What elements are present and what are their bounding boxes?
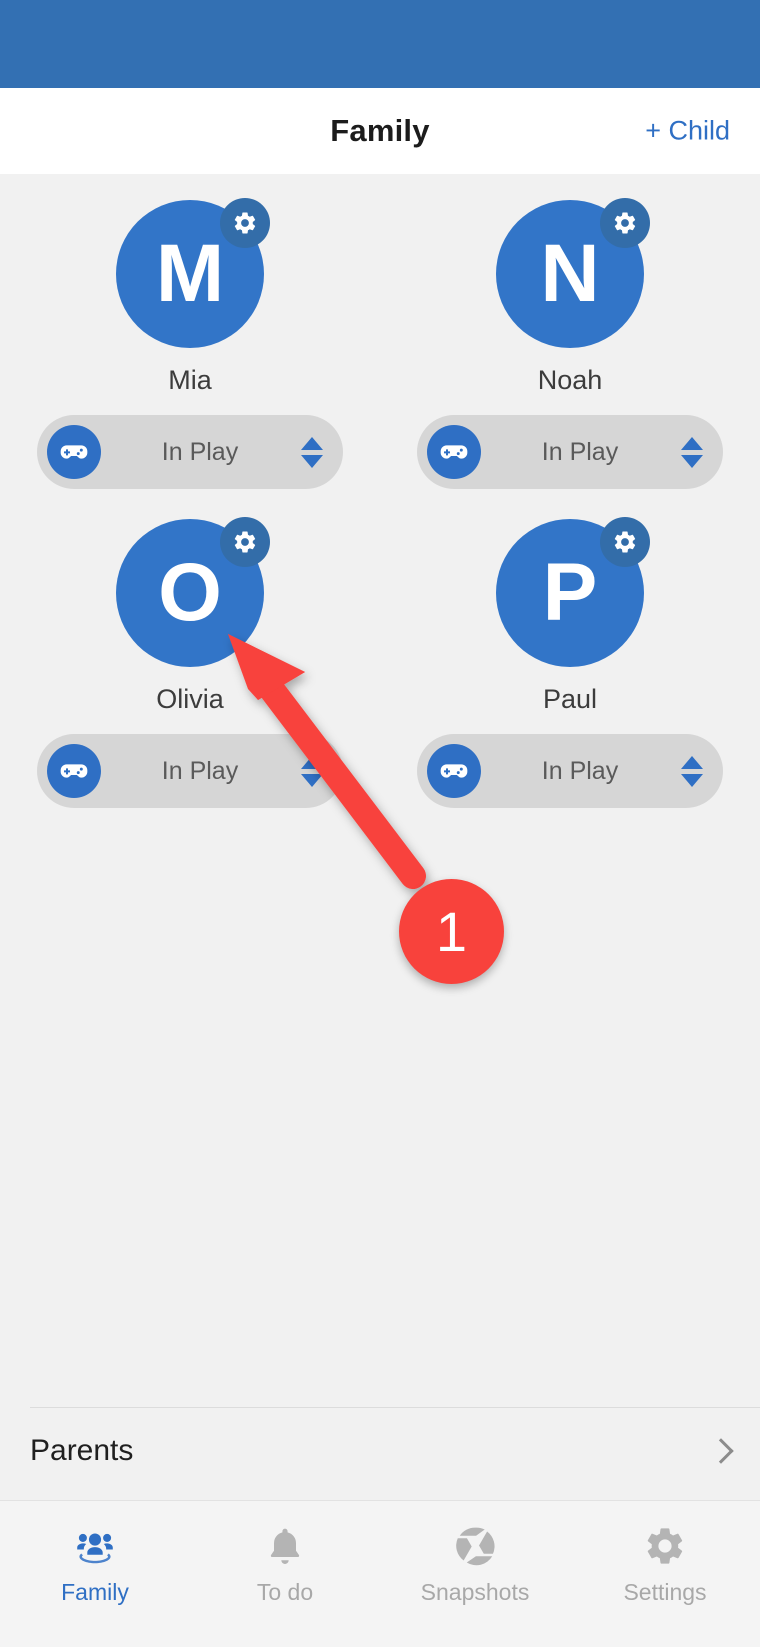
stepper-icon[interactable]	[299, 755, 325, 787]
gamepad-icon	[47, 744, 101, 798]
gamepad-icon	[427, 425, 481, 479]
page-title: Family	[330, 113, 430, 148]
children-grid: M Mia In Play N Noah In Play O Olivia In…	[0, 174, 760, 808]
chevron-up-icon[interactable]	[301, 755, 323, 769]
avatar-wrapper: N	[496, 198, 650, 348]
stepper-icon[interactable]	[299, 436, 325, 468]
status-selector[interactable]: In Play	[37, 415, 343, 489]
gear-icon[interactable]	[600, 517, 650, 567]
chevron-up-icon[interactable]	[301, 436, 323, 450]
tab-todo[interactable]: To do	[190, 1501, 380, 1647]
child-card: M Mia In Play	[0, 198, 380, 489]
gamepad-icon	[47, 425, 101, 479]
gear-icon	[643, 1523, 687, 1569]
app-screen: Family + Child M Mia In Play N Noah In P…	[0, 0, 760, 1647]
bell-icon	[263, 1523, 307, 1569]
chevron-right-icon	[708, 1438, 734, 1464]
status-selector[interactable]: In Play	[417, 415, 723, 489]
navigation-bar: Family + Child	[0, 88, 760, 174]
gear-icon[interactable]	[600, 198, 650, 248]
status-bar	[0, 0, 760, 88]
chevron-up-icon[interactable]	[681, 755, 703, 769]
status-label: In Play	[161, 756, 239, 785]
tab-bar: Family To do Snapshots Settings	[0, 1500, 760, 1647]
tab-family[interactable]: Family	[0, 1501, 190, 1647]
add-child-button[interactable]: + Child	[645, 116, 730, 147]
stepper-icon[interactable]	[679, 755, 705, 787]
status-label: In Play	[541, 756, 619, 785]
status-label: In Play	[161, 437, 239, 466]
status-selector[interactable]: In Play	[417, 734, 723, 808]
tab-label-family: Family	[61, 1579, 129, 1605]
stepper-icon[interactable]	[679, 436, 705, 468]
chevron-down-icon[interactable]	[681, 454, 703, 468]
tab-label-snapshots: Snapshots	[420, 1579, 530, 1605]
child-card: O Olivia In Play	[0, 517, 380, 808]
gear-icon[interactable]	[220, 198, 270, 248]
chevron-down-icon[interactable]	[681, 773, 703, 787]
child-name: Mia	[168, 365, 212, 395]
avatar-wrapper: P	[496, 517, 650, 667]
parents-label: Parents	[30, 1434, 134, 1467]
child-card: N Noah In Play	[380, 198, 760, 489]
parents-row[interactable]: Parents	[0, 1408, 760, 1494]
status-label: In Play	[541, 437, 619, 466]
gear-icon[interactable]	[220, 517, 270, 567]
chevron-up-icon[interactable]	[681, 436, 703, 450]
child-name: Paul	[542, 684, 598, 714]
status-selector[interactable]: In Play	[37, 734, 343, 808]
chevron-down-icon[interactable]	[301, 773, 323, 787]
child-name: Noah	[537, 365, 603, 395]
tab-settings[interactable]: Settings	[570, 1501, 760, 1647]
avatar-wrapper: O	[116, 517, 270, 667]
family-content: M Mia In Play N Noah In Play O Olivia In…	[0, 174, 760, 1464]
people-group-icon	[73, 1523, 117, 1569]
avatar-wrapper: M	[116, 198, 270, 348]
child-card: P Paul In Play	[380, 517, 760, 808]
aperture-icon	[453, 1523, 497, 1569]
child-name: Olivia	[156, 684, 224, 714]
tab-label-settings: Settings	[623, 1579, 707, 1605]
chevron-down-icon[interactable]	[301, 454, 323, 468]
tab-snapshots[interactable]: Snapshots	[380, 1501, 570, 1647]
gamepad-icon	[427, 744, 481, 798]
tab-label-todo: To do	[256, 1579, 314, 1605]
